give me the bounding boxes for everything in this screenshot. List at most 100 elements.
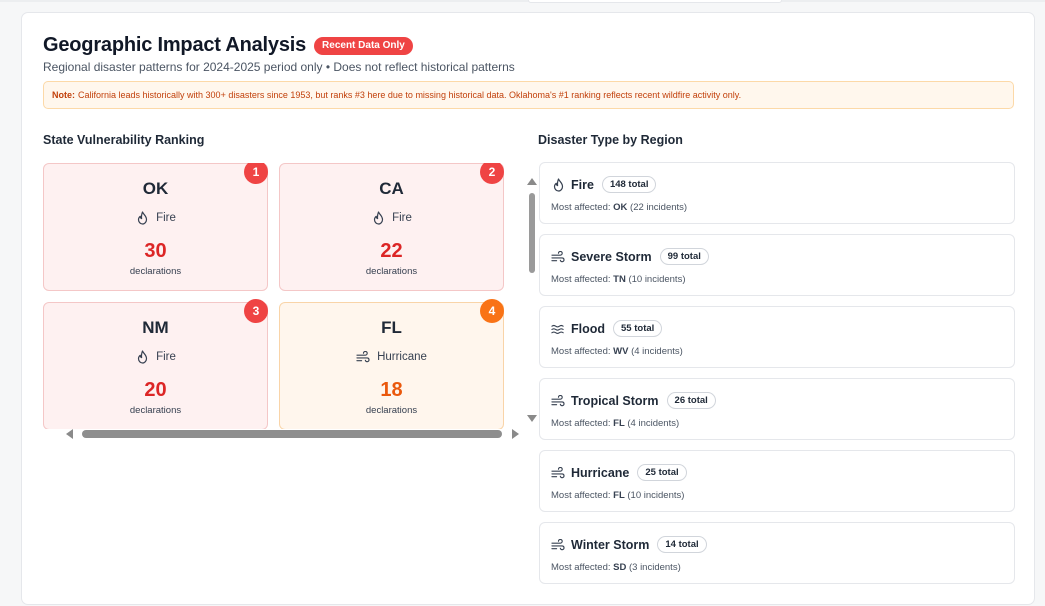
most-affected-label: Most affected: [551, 202, 611, 213]
wind-icon [551, 250, 565, 264]
waves-icon [551, 322, 565, 336]
state-card-ok[interactable]: 1 OK Fire 30 declarations [43, 163, 268, 291]
most-affected-label: Most affected: [551, 418, 611, 429]
disaster-type: Fire [44, 211, 267, 225]
incident-count: (10 incidents) [627, 490, 685, 501]
ranking-section-title: State Vulnerability Ranking [43, 133, 205, 147]
most-affected-label: Most affected: [551, 562, 611, 573]
wind-icon [551, 538, 565, 552]
wind-icon [551, 394, 565, 408]
declarations-label: declarations [365, 266, 418, 277]
wind-icon [551, 466, 565, 480]
region-section-title: Disaster Type by Region [538, 133, 683, 147]
region-head: Tropical Storm 26 total [551, 392, 716, 409]
most-affected-label: Most affected: [551, 274, 611, 285]
region-card-fire[interactable]: Fire 148 total Most affected: OK (22 inc… [539, 162, 1015, 224]
most-affected-state: FL [613, 490, 625, 501]
region-name: Tropical Storm [571, 393, 659, 408]
region-card-tropical-storm[interactable]: Tropical Storm 26 total Most affected: F… [539, 378, 1015, 440]
scroll-down-arrow[interactable] [527, 415, 537, 422]
region-card-severe-storm[interactable]: Severe Storm 99 total Most affected: TN … [539, 234, 1015, 296]
note-label: Note: [52, 90, 75, 100]
total-badge: 14 total [657, 536, 707, 553]
state-code: CA [379, 179, 404, 198]
declarations-label: declarations [365, 405, 418, 416]
flame-icon [135, 211, 149, 225]
disaster-type: Hurricane [280, 350, 503, 364]
most-affected-label: Most affected: [551, 346, 611, 357]
state-ranking-scroll-area[interactable]: 1 OK Fire 30 declarations 2 CA Fire 22 d… [42, 163, 518, 429]
vertical-scroll-thumb[interactable] [529, 193, 535, 273]
flame-icon [371, 211, 385, 225]
incident-count: (10 incidents) [628, 274, 686, 285]
scroll-right-arrow[interactable] [512, 429, 519, 439]
region-card-flood[interactable]: Flood 55 total Most affected: WV (4 inci… [539, 306, 1015, 368]
total-badge: 55 total [613, 320, 663, 337]
page-subtitle: Regional disaster patterns for 2024-2025… [43, 60, 515, 74]
note-text: California leads historically with 300+ … [78, 90, 742, 100]
total-badge: 26 total [666, 392, 716, 409]
most-affected: Most affected: TN (10 incidents) [551, 274, 685, 285]
flame-icon [135, 350, 149, 364]
top-border [0, 0, 1045, 2]
disaster-type-label: Hurricane [377, 351, 427, 363]
scroll-up-arrow[interactable] [527, 178, 537, 185]
disaster-type: Fire [280, 211, 503, 225]
total-badge: 25 total [637, 464, 687, 481]
incident-count: (4 incidents) [631, 346, 683, 357]
region-head: Flood 55 total [551, 320, 663, 337]
region-name: Hurricane [571, 465, 630, 480]
most-affected: Most affected: FL (4 incidents) [551, 418, 679, 429]
total-badge: 99 total [659, 248, 709, 265]
region-name: Fire [571, 177, 594, 192]
region-head: Hurricane 25 total [551, 464, 687, 481]
most-affected: Most affected: OK (22 incidents) [551, 202, 687, 213]
flame-icon [551, 177, 565, 192]
region-head: Winter Storm 14 total [551, 536, 707, 553]
geographic-impact-card: Geographic Impact Analysis Recent Data O… [21, 12, 1035, 605]
scroll-left-arrow[interactable] [66, 429, 73, 439]
declaration-count: 22 [380, 240, 403, 262]
incident-count: (3 incidents) [628, 562, 681, 573]
most-affected: Most affected: SD (3 incidents) [551, 562, 681, 573]
state-code: OK [142, 179, 169, 198]
horizontal-scrollbar[interactable] [64, 427, 524, 441]
most-affected-state: SD [613, 562, 627, 573]
disaster-type-label: Fire [156, 351, 176, 363]
incident-count: (4 incidents) [627, 418, 680, 429]
page-title: Geographic Impact Analysis [43, 34, 307, 56]
vertical-scrollbar[interactable] [526, 176, 538, 426]
declaration-count: 18 [380, 379, 403, 401]
region-name: Flood [571, 321, 606, 336]
region-card-hurricane[interactable]: Hurricane 25 total Most affected: FL (10… [539, 450, 1015, 512]
region-head: Fire 148 total [551, 176, 657, 193]
state-card-nm[interactable]: 3 NM Fire 20 declarations [43, 299, 268, 429]
most-affected-state: OK [613, 202, 628, 213]
state-card-ca[interactable]: 2 CA Fire 22 declarations [279, 163, 504, 291]
disaster-type: Fire [44, 350, 267, 364]
top-tab-edge [528, 0, 782, 3]
total-badge: 148 total [601, 176, 657, 193]
horizontal-scroll-thumb[interactable] [82, 430, 502, 438]
disaster-type-label: Fire [392, 212, 412, 224]
state-code: FL [381, 318, 402, 337]
most-affected-state: TN [613, 274, 626, 285]
declaration-count: 30 [144, 240, 167, 262]
most-affected-state: FL [613, 418, 625, 429]
most-affected-label: Most affected: [551, 490, 611, 501]
state-code: NM [142, 318, 169, 337]
region-name: Severe Storm [571, 249, 652, 264]
most-affected: Most affected: WV (4 incidents) [551, 346, 683, 357]
declarations-label: declarations [129, 266, 182, 277]
disaster-type-label: Fire [156, 212, 176, 224]
declaration-count: 20 [144, 379, 167, 401]
incident-count: (22 incidents) [630, 202, 688, 213]
declarations-label: declarations [129, 405, 182, 416]
wind-icon [356, 350, 370, 364]
most-affected: Most affected: FL (10 incidents) [551, 490, 684, 501]
region-card-winter-storm[interactable]: Winter Storm 14 total Most affected: SD … [539, 522, 1015, 584]
region-name: Winter Storm [571, 537, 650, 552]
recent-data-badge: Recent Data Only [314, 36, 413, 55]
title-row: Geographic Impact Analysis Recent Data O… [43, 34, 413, 57]
state-card-fl[interactable]: 4 FL Hurricane 18 declarations [279, 299, 504, 429]
